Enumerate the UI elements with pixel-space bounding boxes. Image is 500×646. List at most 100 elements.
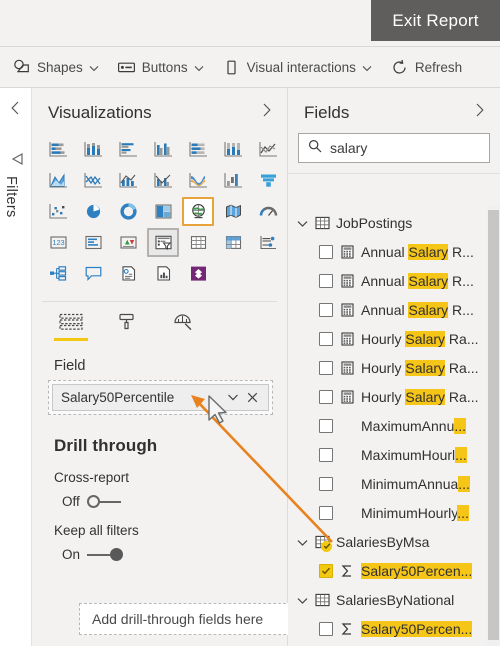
viz-treemap-icon[interactable]	[147, 197, 179, 226]
tab-field[interactable]	[54, 312, 88, 347]
keep-all-filters-label: Keep all filters	[54, 523, 139, 538]
viz-line-stacked-column-chart-icon[interactable]	[112, 166, 144, 195]
field-checkbox[interactable]	[319, 360, 333, 375]
viz-kpi-icon[interactable]	[112, 228, 144, 257]
keep-all-filters-toggle-row[interactable]: On	[32, 538, 287, 562]
ribbon-item-buttons[interactable]: Buttons	[108, 47, 213, 87]
field-item[interactable]: MinimumAnnua...	[288, 469, 493, 498]
field-item[interactable]: MaximumAnnu...	[288, 411, 493, 440]
viz-stacked-area-chart-icon[interactable]	[77, 166, 109, 195]
field-checkbox[interactable]	[319, 389, 333, 404]
field-item[interactable]: Annual Salary R...	[288, 295, 493, 324]
cross-report-toggle[interactable]	[86, 495, 123, 509]
viz-hundred-stacked-bar-chart-icon[interactable]	[182, 135, 214, 164]
cross-report-toggle-row[interactable]: Off	[32, 485, 287, 509]
tab-format[interactable]	[110, 312, 144, 347]
measure-calculator-icon	[339, 360, 355, 376]
viz-key-influencers-icon[interactable]	[147, 259, 179, 288]
viz-clustered-bar-chart-icon[interactable]	[112, 135, 144, 164]
fields-table-salariesbymsa[interactable]: SalariesByMsa	[288, 527, 493, 556]
field-item-salary50percentile-msa[interactable]: Salary50Percen...	[288, 556, 493, 585]
field-checkbox[interactable]	[319, 476, 333, 491]
field-item-label: Hourly Salary Ra...	[361, 330, 479, 347]
funnel-icon[interactable]	[8, 151, 24, 172]
viz-slicer-icon[interactable]	[147, 228, 179, 257]
fields-table-salariesbynational[interactable]: SalariesByNational	[288, 585, 493, 614]
field-checkbox[interactable]	[319, 244, 333, 259]
viz-paginated-report-icon[interactable]	[112, 259, 144, 288]
field-item[interactable]: MinimumHourly...	[288, 498, 493, 527]
viz-map-globe-icon[interactable]	[182, 197, 214, 226]
viz-matrix-icon[interactable]	[217, 228, 249, 257]
field-item[interactable]: Annual Salary R...	[288, 266, 493, 295]
viz-funnel-chart-icon[interactable]	[252, 166, 284, 195]
viz-waterfall-chart-icon[interactable]	[217, 166, 249, 195]
tab-analytics[interactable]	[166, 312, 200, 347]
measure-calculator-icon	[339, 331, 355, 347]
search-input-value: salary	[330, 140, 368, 156]
viz-gauge-icon[interactable]	[252, 197, 284, 226]
viz-stacked-bar-chart-icon[interactable]	[42, 135, 74, 164]
field-well[interactable]: Salary50Percentile	[48, 380, 273, 415]
refresh-icon	[390, 58, 409, 77]
viz-area-chart-icon[interactable]	[42, 166, 74, 195]
field-checkbox[interactable]	[319, 447, 333, 462]
search-input[interactable]: salary	[298, 133, 490, 163]
visualizations-title: Visualizations	[48, 102, 152, 122]
field-checkbox[interactable]	[319, 563, 333, 578]
field-chip[interactable]: Salary50Percentile	[52, 384, 269, 411]
field-chip-chevron-down-icon[interactable]	[223, 393, 243, 402]
viz-r-script-visual-icon[interactable]	[252, 228, 284, 257]
field-item[interactable]: Annual Salary R...	[288, 237, 493, 266]
viz-power-apps-icon[interactable]	[182, 259, 214, 288]
viz-donut-chart-icon[interactable]	[112, 197, 144, 226]
field-checkbox[interactable]	[319, 302, 333, 317]
viz-stacked-column-chart-icon[interactable]	[77, 135, 109, 164]
viz-ribbon-chart-icon[interactable]	[182, 166, 214, 195]
ribbon-item-refresh[interactable]: Refresh	[381, 47, 471, 87]
expand-fields-chevron-right-icon[interactable]	[474, 102, 486, 123]
field-item-label: Salary50Percen...	[361, 562, 473, 579]
shapes-icon	[12, 58, 31, 77]
drill-through-fields-well[interactable]: Add drill-through fields here	[79, 603, 311, 635]
field-chip-close-icon[interactable]	[243, 392, 262, 403]
ribbon-item-visual-interactions[interactable]: Visual interactions	[213, 47, 381, 87]
ribbon-label-visual-interactions: Visual interactions	[246, 59, 356, 75]
chevron-down-icon	[89, 60, 99, 75]
viz-line-clustered-column-chart-icon[interactable]	[147, 166, 179, 195]
viz-decomposition-tree-icon[interactable]	[42, 259, 74, 288]
field-item-salary50percentile-national[interactable]: Salary50Percen...	[288, 614, 493, 643]
chevron-down-icon[interactable]	[297, 215, 308, 231]
field-checkbox[interactable]	[319, 331, 333, 346]
expand-visualizations-chevron-right-icon[interactable]	[261, 102, 273, 123]
viz-table-icon[interactable]	[182, 228, 214, 257]
field-item[interactable]: Hourly Salary Ra...	[288, 353, 493, 382]
viz-hundred-stacked-column-chart-icon[interactable]	[217, 135, 249, 164]
field-item-label: MaximumAnnu...	[361, 417, 467, 434]
field-checkbox[interactable]	[319, 418, 333, 433]
chevron-down-icon[interactable]	[297, 592, 308, 608]
exit-report-button[interactable]: Exit Report	[371, 0, 500, 41]
viz-filled-map-icon[interactable]	[217, 197, 249, 226]
viz-pie-chart-icon[interactable]	[77, 197, 109, 226]
viz-q-and-a-icon[interactable]	[77, 259, 109, 288]
field-item[interactable]: Hourly Salary Ra...	[288, 324, 493, 353]
viz-line-chart-icon[interactable]	[252, 135, 284, 164]
keep-all-filters-toggle[interactable]	[87, 548, 124, 562]
viz-clustered-column-chart-icon[interactable]	[147, 135, 179, 164]
field-checkbox[interactable]	[319, 273, 333, 288]
cross-report-state: Off	[62, 494, 80, 509]
collapse-filters-chevron-left-icon[interactable]	[9, 100, 22, 121]
fields-table-jobpostings[interactable]: JobPostings	[288, 208, 493, 237]
field-item[interactable]: MaximumHourl...	[288, 440, 493, 469]
viz-scatter-chart-icon[interactable]	[42, 197, 74, 226]
fields-scrollbar-thumb[interactable]	[488, 210, 499, 640]
field-item[interactable]: Hourly Salary Ra...	[288, 382, 493, 411]
field-checkbox[interactable]	[319, 621, 333, 636]
buttons-icon	[117, 58, 136, 77]
chevron-down-icon[interactable]	[297, 534, 308, 550]
field-checkbox[interactable]	[319, 505, 333, 520]
viz-card-icon[interactable]: 123	[42, 228, 74, 257]
ribbon-item-shapes[interactable]: Shapes	[0, 47, 108, 87]
viz-multi-row-card-icon[interactable]	[77, 228, 109, 257]
